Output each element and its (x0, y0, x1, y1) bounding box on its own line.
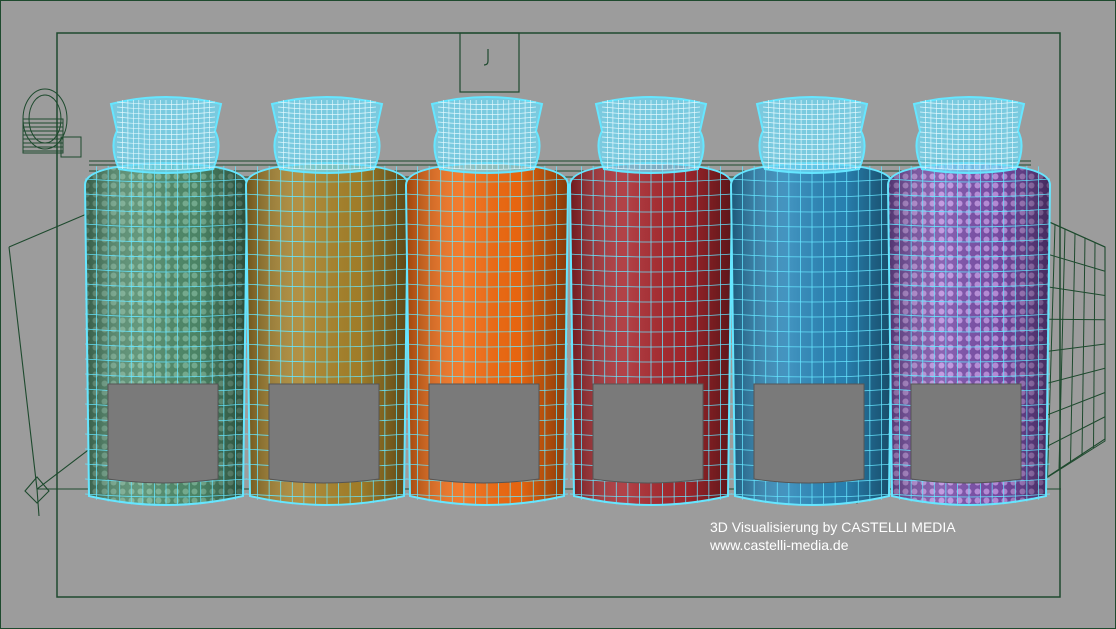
credit-title: 3D Visualisierung by CASTELLI MEDIA (710, 519, 956, 535)
credit-url: www.castelli-media.de (710, 537, 849, 553)
camera-lens (60, 136, 82, 158)
label-panel[interactable] (592, 383, 704, 484)
view-cube-box (459, 32, 520, 93)
bottle-blue[interactable] (729, 96, 895, 506)
camera-icon[interactable] (22, 88, 82, 158)
label-panel[interactable] (268, 383, 380, 484)
bottle-cap[interactable] (430, 96, 544, 174)
bottle-purple-speckled[interactable] (886, 96, 1052, 506)
bottle-gold[interactable] (244, 96, 410, 506)
bottle-cap[interactable] (755, 96, 869, 174)
bottle-cap[interactable] (270, 96, 384, 174)
bottle-cap[interactable] (912, 96, 1026, 174)
label-panel[interactable] (428, 383, 540, 484)
label-panel[interactable] (107, 383, 219, 484)
3d-viewport[interactable]: 3D Visualisierung by CASTELLI MEDIA www.… (0, 0, 1116, 629)
label-panel[interactable] (753, 383, 865, 484)
bottle-green-speckled[interactable] (83, 96, 249, 506)
view-cube-mark (483, 49, 489, 66)
bottle-cap[interactable] (109, 96, 223, 174)
bottle-red[interactable] (568, 96, 734, 506)
bottle-orange[interactable] (404, 96, 570, 506)
label-panel[interactable] (910, 383, 1022, 484)
bottle-cap[interactable] (594, 96, 708, 174)
view-cube-icon[interactable] (459, 32, 520, 93)
